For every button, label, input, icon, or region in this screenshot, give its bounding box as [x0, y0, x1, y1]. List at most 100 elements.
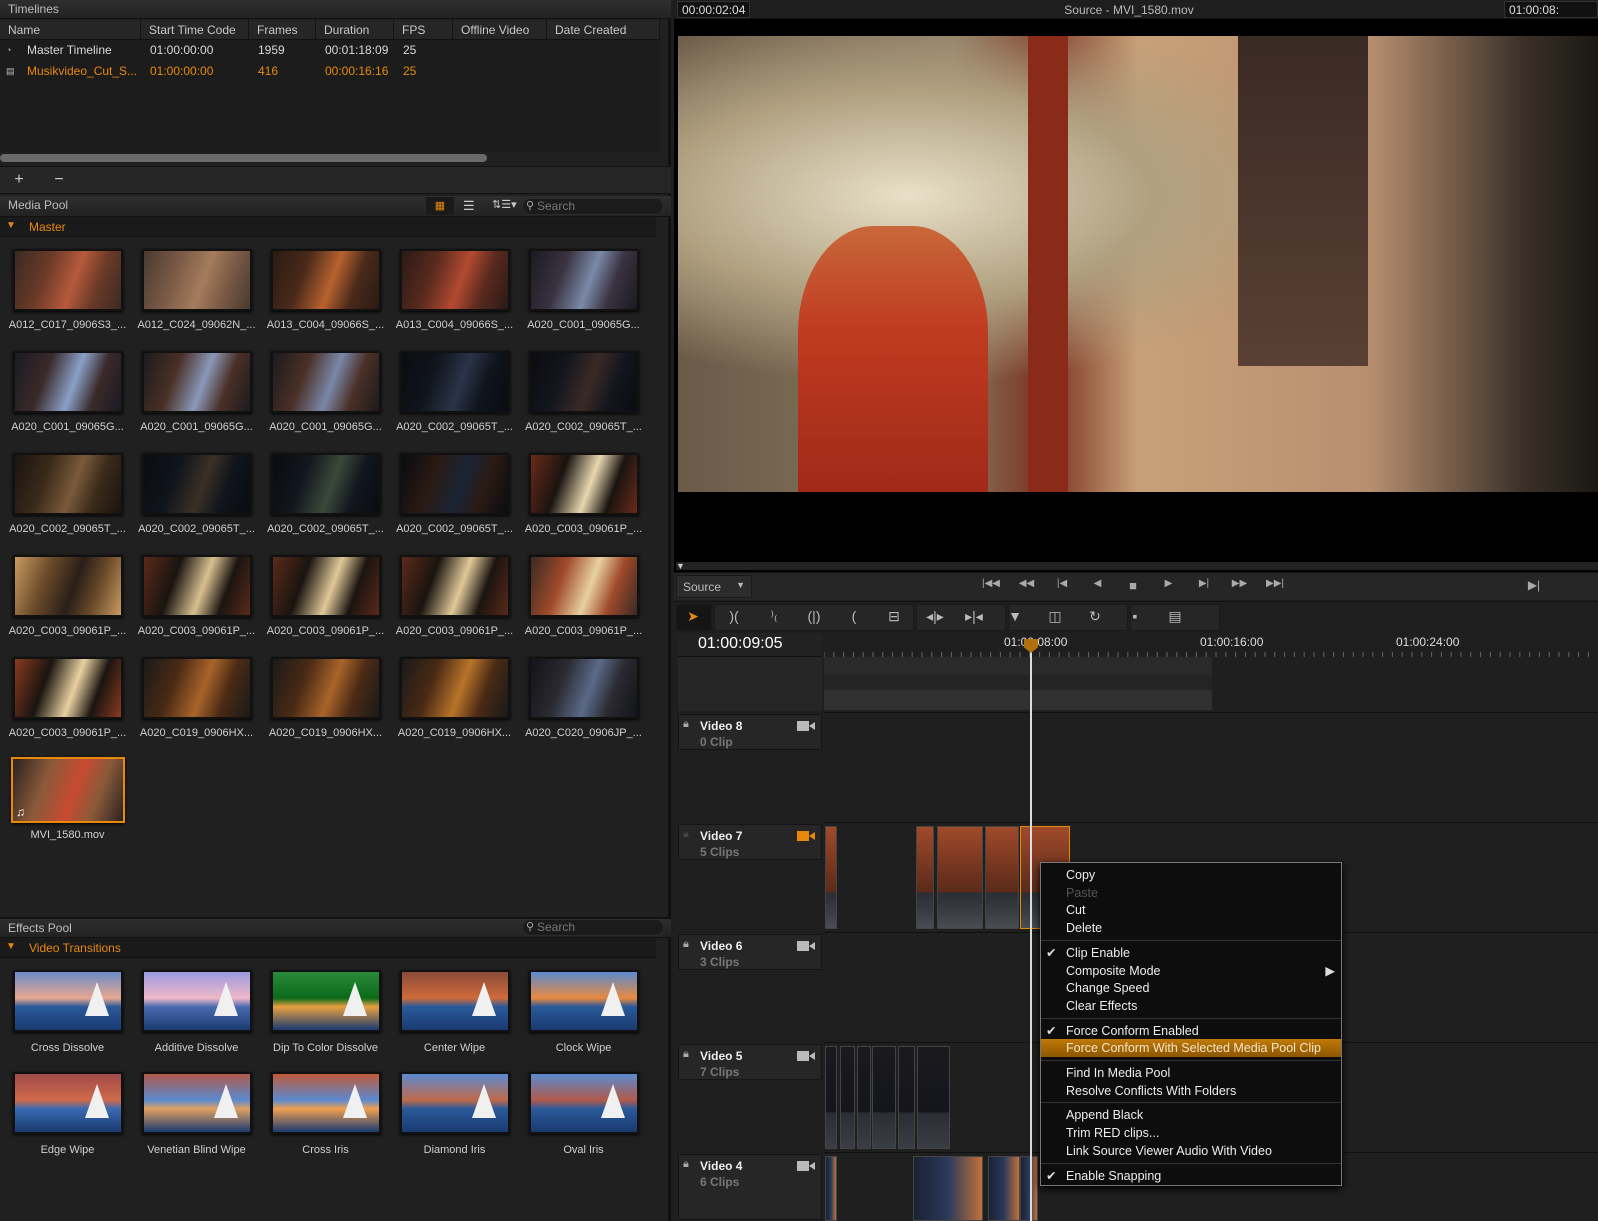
- media-clip-thumbnail[interactable]: [13, 351, 123, 413]
- column-header-5[interactable]: Offline Video: [453, 20, 547, 40]
- viewer-source-select[interactable]: Source ▼: [676, 575, 752, 598]
- menu-item-delete[interactable]: Delete: [1041, 919, 1341, 937]
- next-frame-icon[interactable]: ▶|: [1194, 578, 1214, 589]
- effect-name[interactable]: Additive Dissolve: [132, 1042, 261, 1054]
- media-clip-thumbnail[interactable]: [271, 657, 381, 719]
- insert-icon[interactable]: ▼: [1003, 608, 1027, 624]
- expand-triangle-icon[interactable]: ▼: [6, 941, 16, 952]
- media-clip-name[interactable]: A020_C003_09061P_...: [3, 625, 132, 637]
- media-clip-thumbnail[interactable]: ♫: [11, 757, 125, 823]
- lock-icon[interactable]: 🔒︎: [683, 1158, 689, 1171]
- timeline-clip[interactable]: [913, 1156, 983, 1221]
- media-clip-name[interactable]: A020_C003_09061P_...: [519, 523, 648, 535]
- media-clip-thumbnail[interactable]: [271, 351, 381, 413]
- media-clip-thumbnail[interactable]: [271, 249, 381, 311]
- column-header-2[interactable]: Frames: [249, 20, 316, 40]
- scrubber-handle-icon[interactable]: ▼: [676, 561, 685, 571]
- go-to-end-icon[interactable]: ▶▶|: [1265, 578, 1285, 589]
- sort-options-icon[interactable]: ⇅☰▾: [492, 198, 517, 211]
- track-header-video-6[interactable]: 🔒︎ Video 6 3 Clips: [678, 934, 822, 970]
- media-clip-name[interactable]: A012_C017_0906S3_...: [3, 319, 132, 331]
- media-clip-thumbnail[interactable]: [400, 555, 510, 617]
- replace-icon[interactable]: ↻: [1083, 608, 1107, 625]
- menu-item-append-black[interactable]: Append Black: [1041, 1106, 1341, 1124]
- media-clip-name[interactable]: A020_C001_09065G...: [519, 319, 648, 331]
- menu-item-clear-effects[interactable]: Clear Effects: [1041, 997, 1341, 1015]
- menu-item-clip-enable[interactable]: ✔ Clip Enable: [1041, 944, 1341, 962]
- media-clip-name[interactable]: A013_C004_09066S_...: [390, 319, 519, 331]
- stop-icon[interactable]: ■: [1123, 578, 1143, 593]
- lock-icon[interactable]: 🔒︎: [683, 718, 689, 731]
- media-clip-name[interactable]: A020_C001_09065G...: [261, 421, 390, 433]
- fast-forward-icon[interactable]: ▶▶: [1230, 578, 1250, 589]
- menu-item-link-source-viewer-audio-with-video[interactable]: Link Source Viewer Audio With Video: [1041, 1142, 1341, 1160]
- media-clip-thumbnail[interactable]: [13, 453, 123, 515]
- media-clip-name[interactable]: A020_C019_0906HX...: [390, 727, 519, 739]
- list-view-icon[interactable]: ☰: [463, 198, 475, 214]
- effects-folder-video-transitions[interactable]: ▼ Video Transitions: [0, 938, 656, 958]
- media-pool-search-input[interactable]: Search: [522, 198, 664, 215]
- video-camera-icon[interactable]: [797, 720, 815, 731]
- timeline-clip[interactable]: [916, 826, 934, 929]
- effect-name[interactable]: Clock Wipe: [519, 1042, 648, 1054]
- media-clip-thumbnail[interactable]: [271, 453, 381, 515]
- track-header-video-5[interactable]: 🔒︎ Video 5 7 Clips: [678, 1044, 822, 1080]
- media-clip-thumbnail[interactable]: [529, 249, 639, 311]
- media-clip-name[interactable]: MVI_1580.mov: [3, 829, 132, 841]
- media-clip-thumbnail[interactable]: [529, 657, 639, 719]
- column-header-0[interactable]: Name: [0, 20, 141, 40]
- step-back-icon[interactable]: ◀: [1088, 578, 1108, 589]
- menu-item-composite-mode[interactable]: Composite Mode ▶: [1041, 962, 1341, 980]
- media-clip-thumbnail[interactable]: [13, 657, 123, 719]
- video-camera-icon[interactable]: [797, 940, 815, 951]
- timelines-scrollbar[interactable]: [0, 154, 487, 162]
- effect-thumbnail[interactable]: [529, 970, 639, 1032]
- effect-name[interactable]: Venetian Blind Wipe: [132, 1144, 261, 1156]
- video-camera-icon[interactable]: [797, 1160, 815, 1171]
- menu-item-copy[interactable]: Copy: [1041, 866, 1341, 884]
- effect-thumbnail[interactable]: [529, 1072, 639, 1134]
- track-header-video-4[interactable]: 🔒︎ Video 4 6 Clips: [678, 1154, 822, 1220]
- timeline-ruler[interactable]: 01:00:08:0001:00:16:0001:00:24:00: [824, 633, 1598, 657]
- timeline-clip[interactable]: [985, 826, 1019, 929]
- effect-thumbnail[interactable]: [142, 1072, 252, 1134]
- rewind-icon[interactable]: ◀◀: [1017, 578, 1037, 589]
- media-clip-name[interactable]: A020_C019_0906HX...: [132, 727, 261, 739]
- media-pool-folder-master[interactable]: ▼ Master: [0, 217, 656, 237]
- effect-name[interactable]: Cross Dissolve: [3, 1042, 132, 1054]
- media-clip-thumbnail[interactable]: [400, 453, 510, 515]
- ripple-trim-icon[interactable]: (|): [802, 608, 826, 624]
- effect-name[interactable]: Dip To Color Dissolve: [261, 1042, 390, 1054]
- timeline-clip[interactable]: [898, 1046, 915, 1149]
- media-clip-thumbnail[interactable]: [400, 351, 510, 413]
- mark-out-icon[interactable]: ▶|: [1524, 578, 1544, 592]
- effects-pool-search-input[interactable]: Search: [522, 919, 664, 936]
- media-clip-thumbnail[interactable]: [142, 249, 252, 311]
- timeline-clip[interactable]: [857, 1046, 871, 1149]
- previous-frame-icon[interactable]: |◀: [1052, 578, 1072, 589]
- effect-thumbnail[interactable]: [142, 970, 252, 1032]
- effect-thumbnail[interactable]: [271, 1072, 381, 1134]
- media-clip-thumbnail[interactable]: [400, 657, 510, 719]
- media-clip-thumbnail[interactable]: [142, 657, 252, 719]
- timeline-clip[interactable]: [1020, 1156, 1038, 1221]
- media-clip-name[interactable]: A020_C003_09061P_...: [390, 625, 519, 637]
- effect-thumbnail[interactable]: [271, 970, 381, 1032]
- media-clip-thumbnail[interactable]: [142, 351, 252, 413]
- video-camera-icon[interactable]: [797, 1050, 815, 1061]
- media-clip-name[interactable]: A020_C001_09065G...: [132, 421, 261, 433]
- timeline-clip[interactable]: [825, 826, 837, 929]
- effect-thumbnail[interactable]: [400, 970, 510, 1032]
- column-header-3[interactable]: Duration: [316, 20, 394, 40]
- viewer-scrubber[interactable]: [676, 562, 1598, 570]
- media-clip-thumbnail[interactable]: [400, 249, 510, 311]
- blade-icon[interactable]: ⊟: [882, 608, 906, 625]
- menu-item-enable-snapping[interactable]: ✔ Enable Snapping: [1041, 1167, 1341, 1185]
- menu-item-find-in-media-pool[interactable]: Find In Media Pool: [1041, 1064, 1341, 1082]
- menu-item-trim-red-clips[interactable]: Trim RED clips...: [1041, 1124, 1341, 1142]
- media-clip-name[interactable]: A020_C002_09065T_...: [3, 523, 132, 535]
- grid-view-icon[interactable]: ▦: [426, 197, 454, 215]
- media-clip-name[interactable]: A020_C020_0906JP_...: [519, 727, 648, 739]
- append-black-icon[interactable]: ▪: [1123, 608, 1147, 624]
- media-clip-thumbnail[interactable]: [13, 249, 123, 311]
